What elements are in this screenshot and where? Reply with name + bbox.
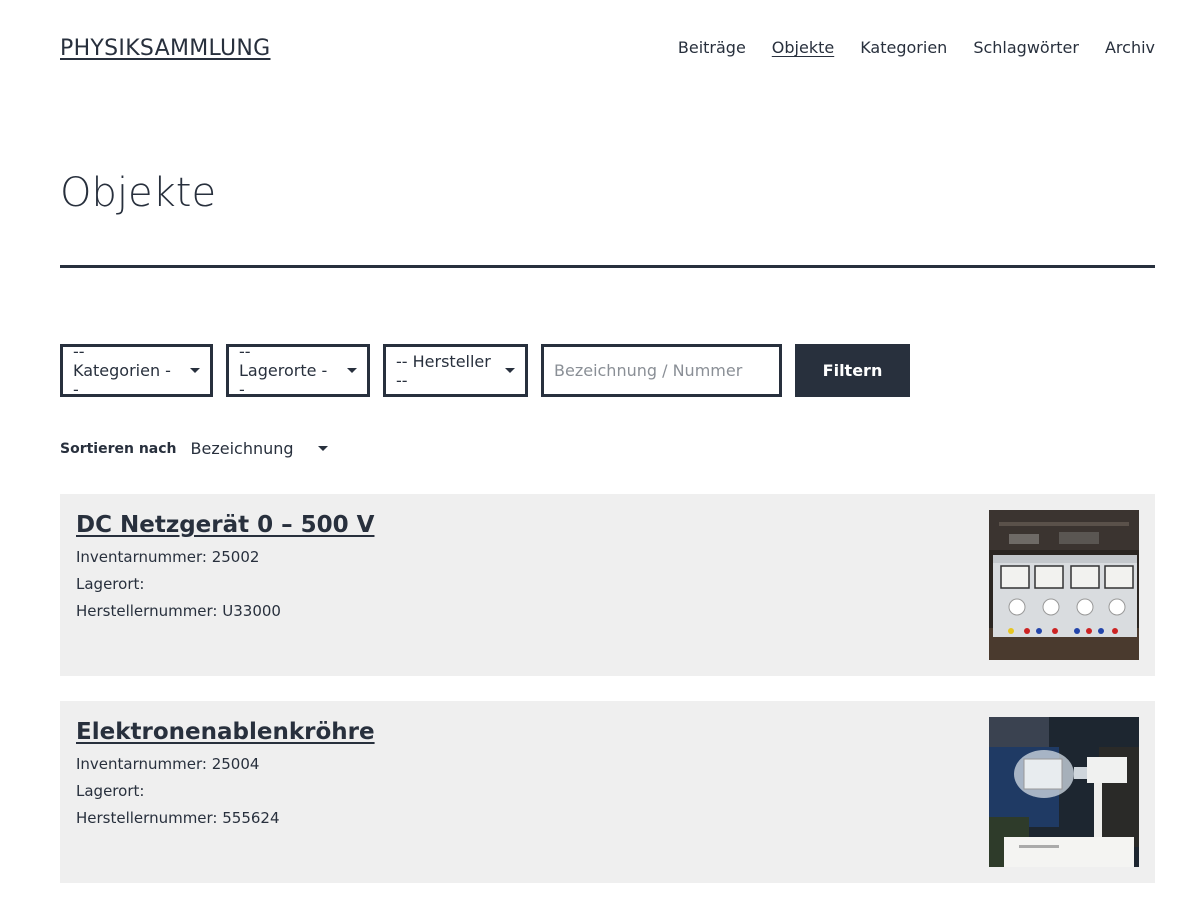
sort-select-value: Bezeichnung	[190, 439, 294, 458]
list-item: Elektronenablenkröhre Inventarnummer: 25…	[60, 701, 1155, 883]
item-manufacturer-number: Herstellernummer: U33000	[76, 602, 281, 620]
nav-item-schlagwoerter[interactable]: Schlagwörter	[973, 38, 1079, 57]
item-meta: Inventarnummer: 25002 Lagerort: Herstell…	[76, 544, 281, 625]
page-title: Objekte	[60, 170, 217, 216]
sort-select[interactable]: Bezeichnung	[191, 439, 328, 458]
sort-label: Sortieren nach	[60, 440, 177, 457]
hersteller-select[interactable]: -- Hersteller --	[383, 344, 528, 397]
item-thumbnail-power-supply[interactable]	[989, 510, 1139, 660]
chevron-down-icon	[347, 368, 357, 373]
sort-row: Sortieren nach Bezeichnung	[60, 439, 328, 458]
nav-item-beitraege[interactable]: Beiträge	[678, 38, 746, 57]
power-supply-image	[989, 510, 1139, 660]
item-title-link[interactable]: DC Netzgerät 0 – 500 V	[76, 512, 374, 538]
item-inventory: Inventarnummer: 25002	[76, 548, 260, 566]
item-meta: Inventarnummer: 25004 Lagerort: Herstell…	[76, 751, 280, 832]
item-manufacturer-number: Herstellernummer: 555624	[76, 809, 280, 827]
main-nav: Beiträge Objekte Kategorien Schlagwörter…	[678, 38, 1155, 57]
title-divider	[60, 265, 1155, 268]
nav-item-kategorien[interactable]: Kategorien	[860, 38, 947, 57]
lagerorte-select[interactable]: -- Lagerorte --	[226, 342, 370, 399]
filter-bar: -- Kategorien -- -- Lagerorte -- -- Hers…	[60, 342, 910, 399]
site-title-link[interactable]: PHYSIKSAMMLUNG	[60, 36, 270, 61]
kategorien-select-value: -- Kategorien --	[73, 342, 171, 399]
item-location: Lagerort:	[76, 782, 145, 800]
nav-item-objekte[interactable]: Objekte	[772, 38, 834, 57]
chevron-down-icon	[190, 368, 200, 373]
hersteller-select-value: -- Hersteller --	[396, 351, 491, 390]
list-item: DC Netzgerät 0 – 500 V Inventarnummer: 2…	[60, 494, 1155, 676]
nav-item-archiv[interactable]: Archiv	[1105, 38, 1155, 57]
chevron-down-icon	[505, 368, 515, 373]
item-location: Lagerort:	[76, 575, 145, 593]
item-thumbnail-electron-tube[interactable]	[989, 717, 1139, 867]
electron-tube-image	[989, 717, 1139, 867]
kategorien-select[interactable]: -- Kategorien --	[60, 342, 213, 399]
search-input[interactable]	[541, 344, 782, 397]
filter-button[interactable]: Filtern	[795, 344, 910, 397]
item-title-link[interactable]: Elektronenablenkröhre	[76, 719, 375, 745]
chevron-down-icon	[317, 446, 328, 451]
lagerorte-select-value: -- Lagerorte --	[239, 342, 328, 399]
item-inventory: Inventarnummer: 25004	[76, 755, 260, 773]
